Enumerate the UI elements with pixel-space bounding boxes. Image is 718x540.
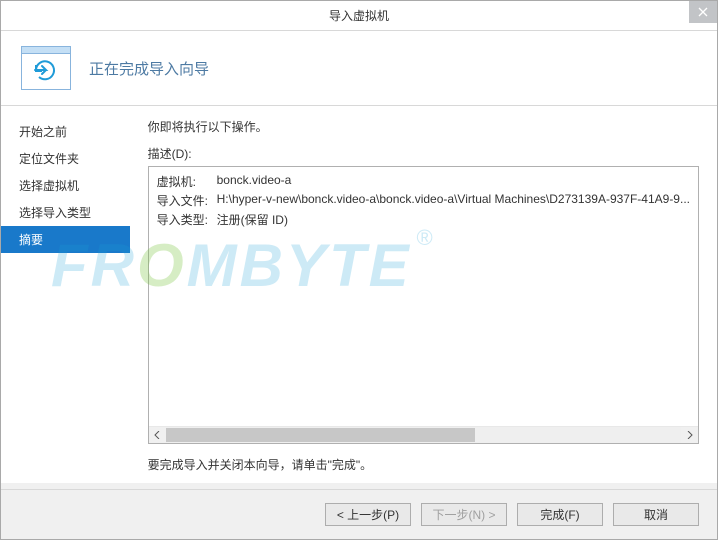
summary-row-file: 导入文件: H:\hyper-v-new\bonck.video-a\bonck… [157,192,690,209]
row-value: bonck.video-a [217,173,690,190]
footer: < 上一步(P) 下一步(N) > 完成(F) 取消 [1,489,717,539]
sidebar-item-before[interactable]: 开始之前 [1,118,130,145]
sidebar-item-summary[interactable]: 摘要 [1,226,130,253]
import-icon [21,46,71,90]
description-label: 描述(D): [148,145,699,162]
row-value: 注册(保留 ID) [217,211,690,228]
wizard-window: 导入虚拟机 正在完成导入向导 开始之前 定位文件夹 选择虚拟机 选择导入类型 摘… [0,0,718,540]
next-button: 下一步(N) > [421,503,507,526]
close-icon [698,7,708,17]
intro-text: 你即将执行以下操作。 [148,118,699,135]
chevron-right-icon [687,431,693,439]
chevron-left-icon [154,431,160,439]
sidebar: 开始之前 定位文件夹 选择虚拟机 选择导入类型 摘要 [1,106,130,483]
window-title: 导入虚拟机 [329,7,389,24]
close-button[interactable] [689,1,717,23]
sidebar-item-select-vm[interactable]: 选择虚拟机 [1,172,130,199]
summary-row-vm: 虚拟机: bonck.video-a [157,173,690,190]
summary-row-type: 导入类型: 注册(保留 ID) [157,211,690,228]
details-content: 虚拟机: bonck.video-a 导入文件: H:\hyper-v-new\… [149,167,698,426]
row-label: 导入文件: [157,192,217,209]
cancel-button[interactable]: 取消 [613,503,699,526]
prev-button[interactable]: < 上一步(P) [325,503,411,526]
row-value: H:\hyper-v-new\bonck.video-a\bonck.video… [217,192,690,209]
sidebar-item-locate[interactable]: 定位文件夹 [1,145,130,172]
main-panel: 你即将执行以下操作。 描述(D): 虚拟机: bonck.video-a 导入文… [130,106,717,483]
scroll-thumb[interactable] [166,428,475,442]
details-box: 虚拟机: bonck.video-a 导入文件: H:\hyper-v-new\… [148,166,699,444]
body: 开始之前 定位文件夹 选择虚拟机 选择导入类型 摘要 你即将执行以下操作。 描述… [1,106,717,483]
horizontal-scrollbar[interactable] [149,426,698,443]
row-label: 虚拟机: [157,173,217,190]
finish-instruction: 要完成导入并关闭本向导，请单击"完成"。 [148,456,699,473]
scroll-track[interactable] [166,427,681,443]
header: 正在完成导入向导 [1,31,717,106]
sidebar-item-import-type[interactable]: 选择导入类型 [1,199,130,226]
page-title: 正在完成导入向导 [89,58,209,79]
row-label: 导入类型: [157,211,217,228]
scroll-right-button[interactable] [681,427,698,443]
finish-button[interactable]: 完成(F) [517,503,603,526]
scroll-left-button[interactable] [149,427,166,443]
titlebar: 导入虚拟机 [1,1,717,31]
